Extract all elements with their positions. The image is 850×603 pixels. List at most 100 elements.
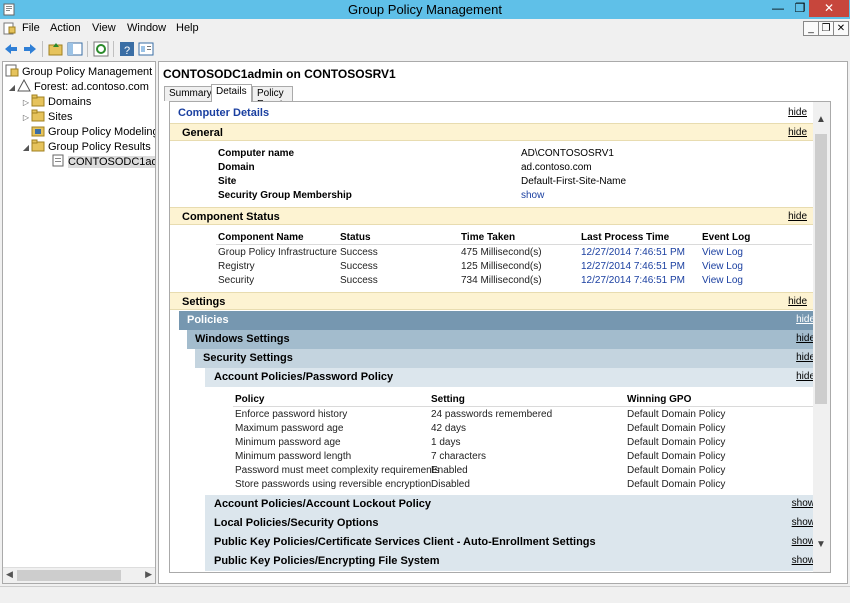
scrollbar-thumb[interactable] [815,134,827,404]
column-header: Component Name [218,232,304,243]
computer-name-value: AD\CONTOSOSRV1 [521,148,614,159]
toolbar-separator [42,41,43,57]
menu-file[interactable]: File [22,22,40,34]
scroll-up-arrow-icon[interactable]: ▲ [816,114,826,125]
show-link[interactable]: show [792,495,815,513]
menu-action[interactable]: Action [50,22,81,34]
hide-link[interactable]: hide [788,124,807,142]
menu-view[interactable]: View [92,22,116,34]
system-menu-icon[interactable] [3,22,16,35]
hide-link[interactable]: hide [788,104,807,122]
scroll-down-arrow-icon[interactable]: ▼ [816,539,826,550]
tree-item-gp-results[interactable]: ◢ Group Policy Results [21,139,151,154]
policy-setting: Enabled [431,465,468,476]
forward-arrow-icon[interactable] [22,41,38,57]
column-header: Setting [431,394,465,405]
policy-name: Minimum password age [235,437,341,448]
divider [233,406,813,407]
table-cell: Group Policy Infrastructure [218,247,337,258]
auto-enrollment-header: Public Key Policies/Certificate Services… [205,533,823,552]
efs-header: Public Key Policies/Encrypting File Syst… [205,552,823,571]
policy-setting: 1 days [431,437,461,448]
tree-item-label: Domains [48,96,92,108]
tree-horizontal-scrollbar[interactable]: ◀ ▶ [3,567,155,583]
tree-item-label: Group Policy Results [48,141,151,153]
table-cell: 475 Millisecond(s) [461,247,542,258]
tree-item-label: Group Policy Management [22,66,153,78]
lockout-policy-header: Account Policies/Account Lockout Policy … [205,495,823,514]
tree-item-label: Forest: ad.contoso.com [34,81,149,93]
policy-name: Maximum password age [235,423,344,434]
console-tree[interactable]: Group Policy Management ◢ Forest: ad.cont… [2,61,156,584]
tab-summary[interactable]: Summary [164,86,217,101]
scroll-left-arrow-icon[interactable]: ◀ [6,569,13,580]
policy-name: Enforce password history [235,409,348,420]
view-log-link[interactable]: View Log [702,261,743,272]
policy-setting: 42 days [431,423,467,434]
view-log-link[interactable]: View Log [702,247,743,258]
report-vertical-scrollbar[interactable]: ▲ ▼ [813,102,830,572]
properties-icon[interactable] [138,41,154,57]
scrollbar-thumb[interactable] [17,570,121,581]
tree-item-label: CONTOSODC1adm [68,156,155,168]
policy-setting: 24 passwords remembered [431,409,553,420]
toolbar-separator [113,41,114,57]
menu-help[interactable]: Help [176,22,199,34]
computer-details-header: Computer Details hide [170,104,815,122]
tree-item-results-report[interactable]: CONTOSODC1adm [51,154,155,169]
refresh-icon[interactable] [93,41,109,57]
show-link[interactable]: show [792,552,815,570]
show-link[interactable]: show [792,533,815,551]
hide-link[interactable]: hide [788,293,807,311]
column-header: Time Taken [461,232,516,243]
winning-gpo: Default Domain Policy [627,479,726,490]
results-pane: CONTOSODC1admin on CONTOSOSRV1 Summary D… [158,61,848,584]
tree-item-sites[interactable]: ▷ Sites [21,109,72,124]
security-settings-header: Security Settings hide [195,349,823,368]
last-process-time: 12/27/2014 7:46:51 PM [581,247,685,258]
tree-item-gp-modeling[interactable]: Group Policy Modeling [31,124,155,139]
table-cell: Registry [218,261,255,272]
general-header: General hide [170,123,815,141]
menu-window[interactable]: Window [127,22,166,34]
security-group-show-link[interactable]: show [521,190,544,201]
child-minimize-button[interactable]: _ [803,21,819,36]
child-restore-button[interactable]: ❐ [818,21,834,36]
winning-gpo: Default Domain Policy [627,465,726,476]
policy-name: Minimum password length [235,451,352,462]
title-bar: Group Policy Management — ❐ ✕ [0,0,850,19]
scroll-right-arrow-icon[interactable]: ▶ [145,569,152,580]
column-header: Status [340,232,371,243]
child-close-button[interactable]: ✕ [833,21,849,36]
tree-item-domains[interactable]: ▷ Domains [21,94,91,109]
folder-icon [31,139,45,152]
hide-link[interactable]: hide [788,208,807,226]
show-link[interactable]: show [792,514,815,532]
expand-arrow-icon[interactable]: ▷ [21,95,31,110]
collapse-arrow-icon[interactable]: ◢ [21,140,31,155]
view-log-link[interactable]: View Log [702,275,743,286]
window-title: Group Policy Management [348,2,502,17]
up-folder-icon[interactable] [48,41,64,57]
help-icon[interactable]: ? [119,41,135,57]
folder-icon [31,94,45,107]
tree-item-gpm[interactable]: Group Policy Management [5,64,152,79]
site-value: Default-First-Site-Name [521,176,627,187]
security-options-header: Local Policies/Security Options show [205,514,823,533]
tab-details[interactable]: Details [211,84,252,102]
table-cell: Success [340,261,378,272]
tab-policy-events[interactable]: Policy Events [252,86,293,110]
password-policy-header: Account Policies/Password Policy hide [205,368,823,387]
close-button[interactable]: ✕ [809,0,849,17]
column-header: Last Process Time [581,232,670,243]
component-status-header: Component Status hide [170,207,815,225]
back-arrow-icon[interactable] [3,41,19,57]
table-cell: Success [340,275,378,286]
table-cell: Security [218,275,255,286]
expand-arrow-icon[interactable]: ▷ [21,110,31,125]
collapse-arrow-icon[interactable]: ◢ [7,80,17,95]
show-hide-tree-icon[interactable] [67,41,83,57]
winning-gpo: Default Domain Policy [627,437,726,448]
tree-item-forest[interactable]: ◢ Forest: ad.contoso.com [7,78,149,95]
forest-icon [17,78,31,92]
